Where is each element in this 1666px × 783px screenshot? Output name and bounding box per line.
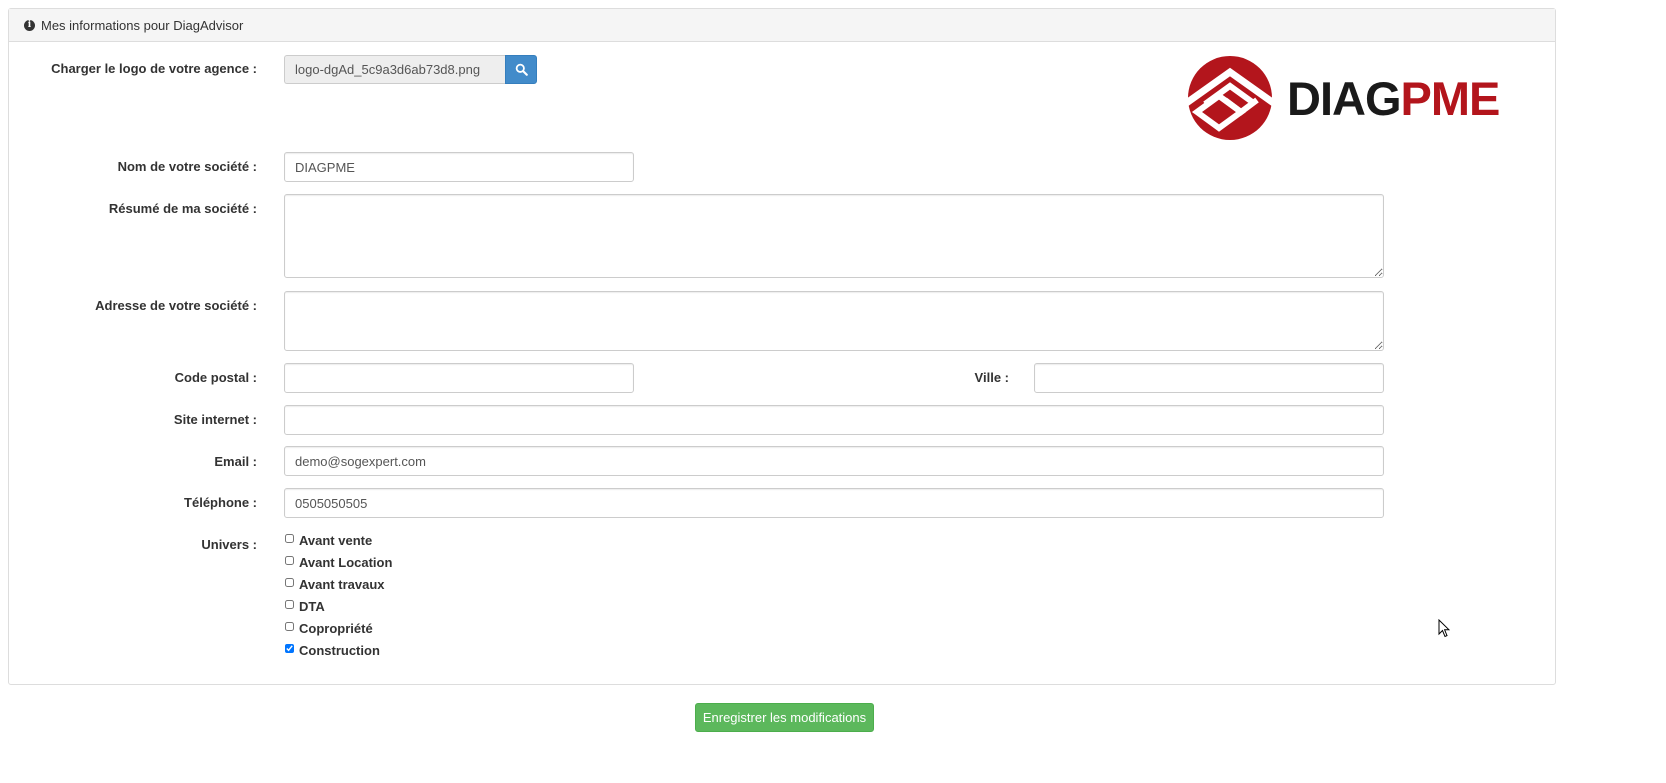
universe-option[interactable]: Avant vente	[284, 529, 392, 551]
company-name-input[interactable]	[284, 152, 634, 182]
summary-textarea[interactable]	[284, 194, 1384, 278]
phone-input[interactable]	[284, 488, 1384, 518]
postal-code-input[interactable]	[284, 363, 634, 393]
universe-option[interactable]: Avant travaux	[284, 573, 392, 595]
universe-option[interactable]: DTA	[284, 595, 392, 617]
universe-option-label: Copropriété	[299, 620, 373, 636]
universe-option[interactable]: Avant Location	[284, 551, 392, 573]
email-input[interactable]	[284, 446, 1384, 476]
universe-checkbox[interactable]	[285, 599, 294, 609]
browse-logo-button[interactable]	[505, 55, 537, 84]
universes-checkbox-group: Avant vente Avant Location Avant travaux…	[284, 529, 392, 661]
universe-checkbox[interactable]	[285, 533, 294, 543]
universe-option-label: Avant vente	[299, 532, 373, 548]
logo-wordmark-diag: DIAG	[1287, 71, 1401, 125]
city-label: Ville :	[974, 370, 1009, 385]
city-input[interactable]	[1034, 363, 1384, 393]
phone-label: Téléphone :	[184, 495, 257, 510]
universe-option[interactable]: Copropriété	[284, 617, 392, 639]
logo-wordmark: DIAGPME	[1287, 71, 1501, 126]
universe-option-label: Avant Location	[299, 554, 393, 570]
website-label: Site internet :	[173, 412, 257, 427]
universe-checkbox[interactable]	[285, 643, 294, 653]
company-logo: DIAGPME	[1183, 52, 1528, 144]
mouse-cursor-icon	[1438, 619, 1450, 638]
universe-checkbox[interactable]	[285, 577, 294, 587]
universe-option-label: DTA	[299, 598, 325, 614]
universe-option-label: Construction	[299, 642, 380, 658]
universe-option[interactable]: Construction	[284, 639, 392, 661]
info-circle-icon: i	[24, 19, 35, 31]
universe-checkbox[interactable]	[285, 555, 294, 565]
postal-code-label: Code postal :	[174, 370, 257, 385]
universe-checkbox[interactable]	[285, 621, 294, 631]
address-textarea[interactable]	[284, 291, 1384, 351]
universe-option-label: Avant travaux	[299, 576, 385, 592]
save-changes-button[interactable]: Enregistrer les modifications	[695, 703, 874, 732]
logo-upload-label: Charger le logo de votre agence :	[51, 61, 257, 76]
search-icon	[515, 63, 528, 76]
logo-filename-display[interactable]: logo-dgAd_5c9a3d6ab73d8.png	[284, 55, 506, 84]
panel-heading: i Mes informations pour DiagAdvisor	[9, 9, 1555, 42]
website-input[interactable]	[284, 405, 1384, 435]
panel-title: Mes informations pour DiagAdvisor	[41, 17, 244, 33]
email-label: Email :	[214, 454, 257, 469]
logo-wordmark-pme: PME	[1400, 71, 1501, 125]
address-label: Adresse de votre société :	[95, 298, 257, 313]
company-name-label: Nom de votre société :	[117, 159, 257, 174]
summary-label: Résumé de ma société :	[108, 201, 257, 216]
universes-label: Univers :	[201, 537, 257, 552]
diagpme-emblem-icon	[1183, 56, 1277, 140]
